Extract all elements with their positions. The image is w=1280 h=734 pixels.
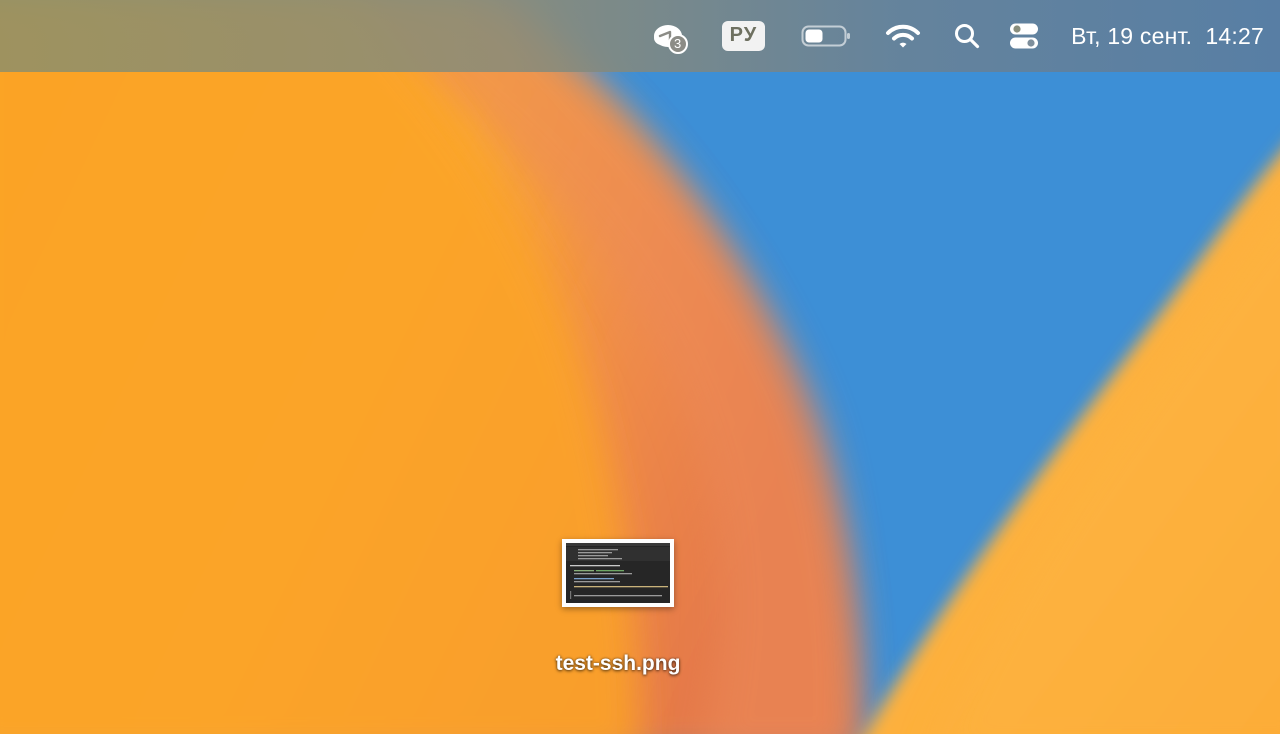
spotlight-search[interactable]	[953, 0, 981, 72]
desktop-file-test-ssh[interactable]: test-ssh.png	[520, 532, 716, 676]
cloud-sync-status[interactable]: 3	[648, 0, 692, 72]
battery-level-fill	[805, 29, 823, 43]
image-thumbnail-icon	[562, 539, 674, 607]
file-name-label: test-ssh.png	[555, 652, 681, 675]
menu-bar-clock[interactable]: Вт, 19 сент. 14:27	[1071, 0, 1264, 72]
battery-icon	[801, 24, 851, 48]
keyboard-layout-indicator: РУ	[721, 21, 766, 51]
menu-bar: 3 РУ Вт, 19 сент. 14:27	[0, 0, 1280, 72]
control-center[interactable]	[1009, 0, 1039, 72]
search-icon	[953, 22, 981, 50]
wifi-status[interactable]	[885, 0, 921, 72]
notification-count-badge: 3	[667, 34, 688, 54]
date-time-text: Вт, 19 сент. 14:27	[1071, 22, 1264, 49]
wifi-icon	[885, 23, 921, 49]
battery-status[interactable]	[801, 0, 851, 72]
control-center-icon	[1009, 22, 1039, 50]
keyboard-layout-menu[interactable]: РУ	[721, 0, 766, 72]
